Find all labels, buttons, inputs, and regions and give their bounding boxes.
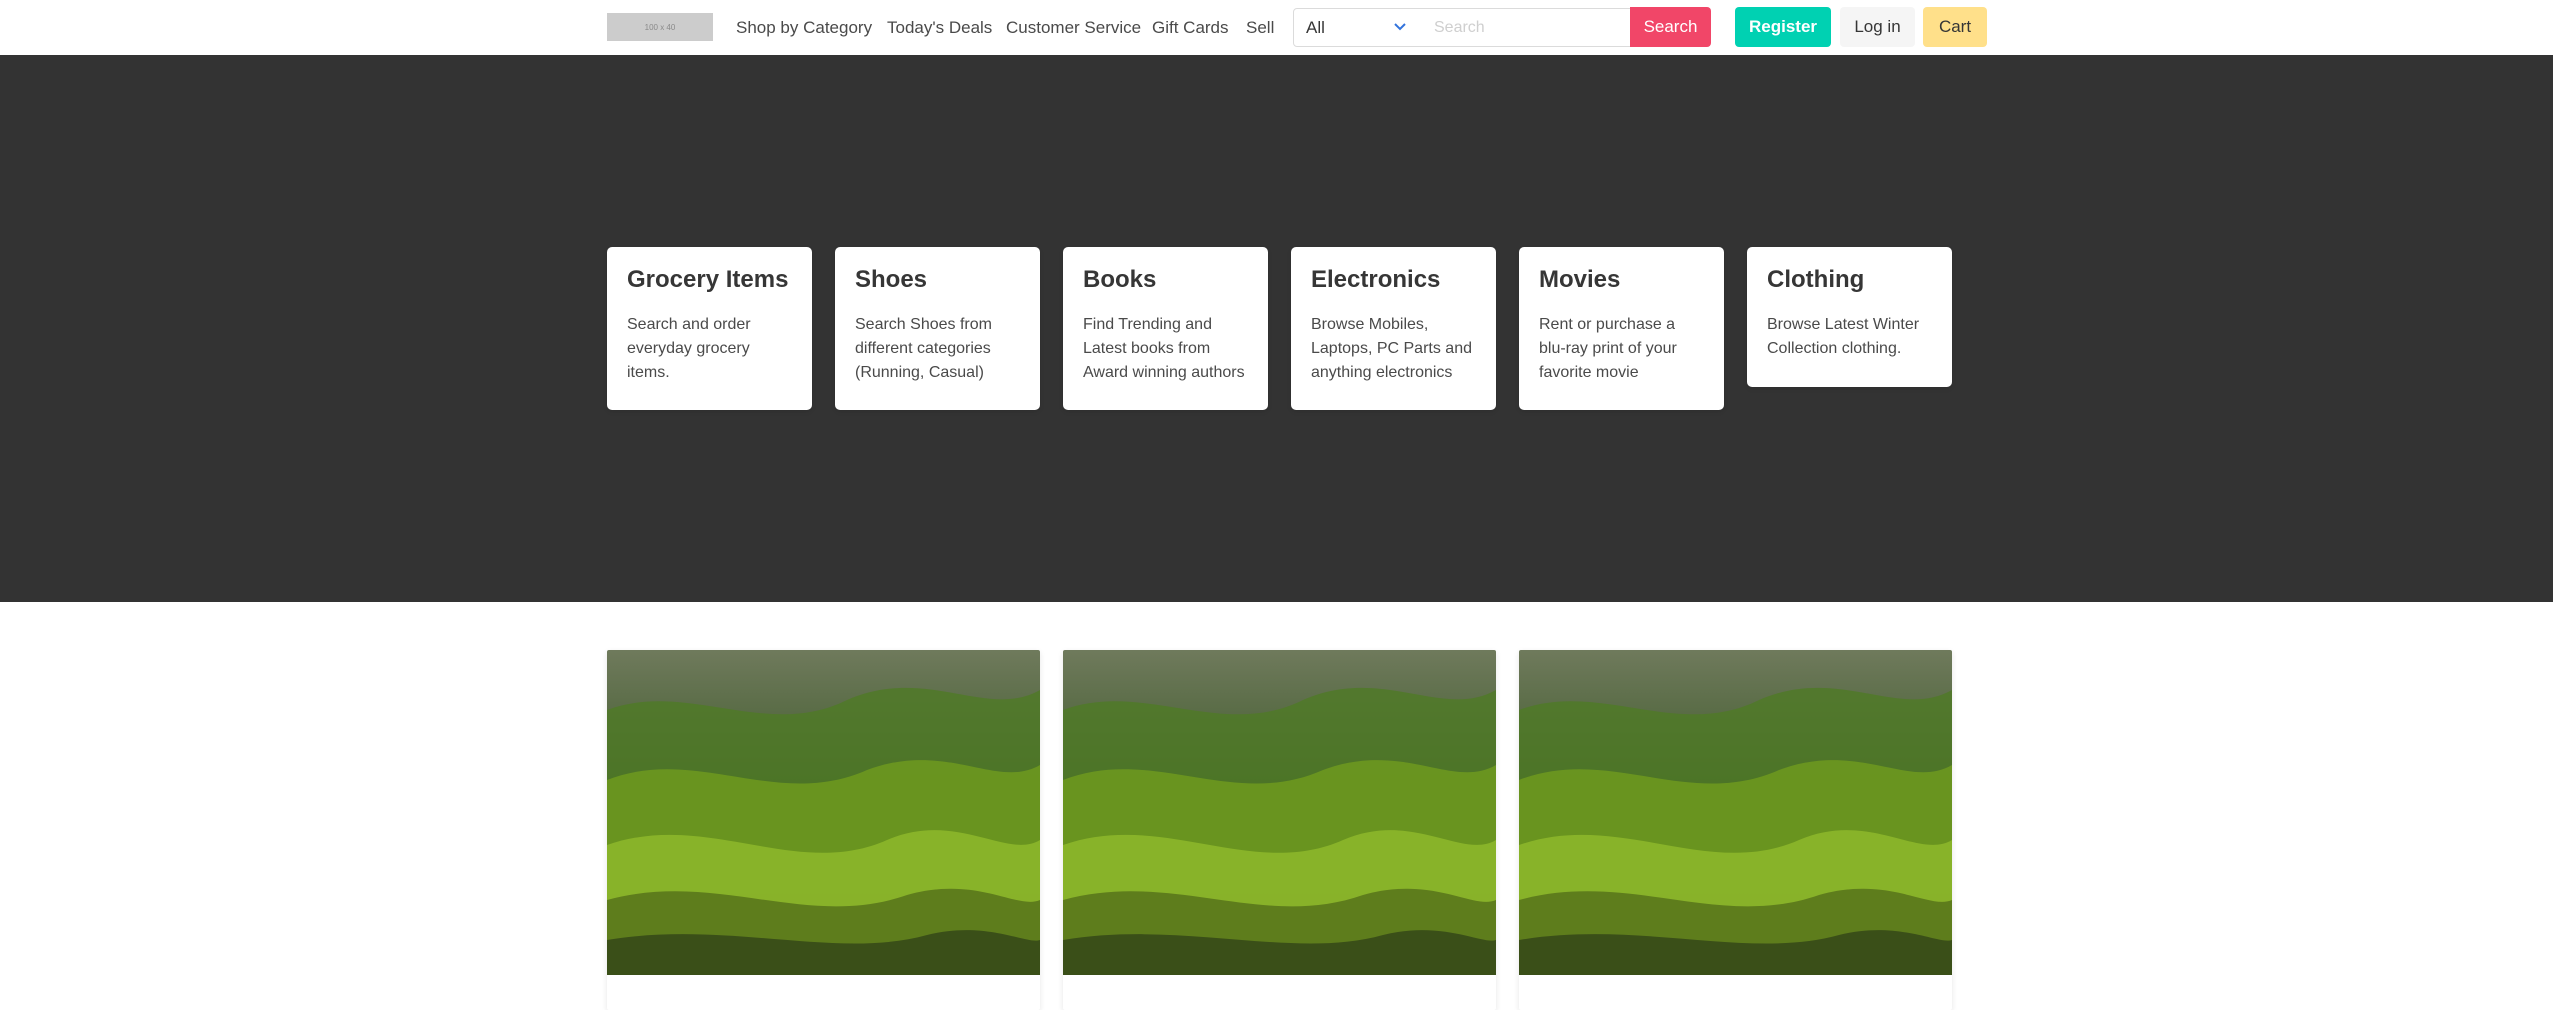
category-card-grocery[interactable]: Grocery Items Search and order everyday …	[607, 247, 812, 410]
nav-link-sell[interactable]: Sell	[1246, 0, 1274, 55]
cart-button[interactable]: Cart	[1923, 7, 1987, 47]
logo-placeholder[interactable]: 100 x 40	[607, 13, 713, 41]
category-description: Browse Mobiles, Laptops, PC Parts and an…	[1311, 316, 1472, 381]
register-button[interactable]: Register	[1735, 7, 1831, 47]
category-title: Shoes	[855, 266, 928, 293]
product-card[interactable]	[1519, 650, 1952, 1010]
nav-link-todays-deals[interactable]: Today's Deals	[887, 0, 992, 55]
product-image-landscape	[1063, 650, 1496, 975]
nav-link-gift-cards[interactable]: Gift Cards	[1152, 0, 1229, 55]
nav-link-customer-service[interactable]: Customer Service	[1006, 0, 1141, 55]
category-description: Find Trending and Latest books from Awar…	[1083, 316, 1245, 381]
product-card[interactable]	[607, 650, 1040, 1010]
category-title: Movies	[1539, 266, 1621, 293]
product-card[interactable]	[1063, 650, 1496, 1010]
category-description: Browse Latest Winter Collection clothing…	[1767, 316, 1920, 357]
category-title: Grocery Items	[627, 266, 789, 293]
category-select-value: All	[1306, 17, 1325, 37]
category-title: Electronics	[1311, 266, 1441, 293]
category-card-clothing[interactable]: Clothing Browse Latest Winter Collection…	[1747, 247, 1952, 387]
top-navbar: 100 x 40 Shop by Category Today's Deals …	[0, 0, 2553, 55]
hero-section: Grocery Items Search and order everyday …	[0, 55, 2553, 602]
category-select[interactable]: All	[1293, 8, 1423, 47]
category-description: Search Shoes from different categories (…	[855, 316, 992, 381]
category-card-movies[interactable]: Movies Rent or purchase a blu-ray print …	[1519, 247, 1724, 410]
category-description: Rent or purchase a blu-ray print of your…	[1539, 316, 1677, 381]
login-button[interactable]: Log in	[1840, 7, 1915, 47]
category-card-electronics[interactable]: Electronics Browse Mobiles, Laptops, PC …	[1291, 247, 1496, 410]
nav-link-shop-by-category[interactable]: Shop by Category	[736, 0, 872, 55]
product-image-landscape	[1519, 650, 1952, 975]
logo-text: 100 x 40	[644, 22, 676, 32]
category-title: Books	[1083, 266, 1157, 293]
category-title: Clothing	[1767, 266, 1865, 293]
category-card-shoes[interactable]: Shoes Search Shoes from different catego…	[835, 247, 1040, 410]
search-input[interactable]	[1422, 8, 1631, 47]
category-card-books[interactable]: Books Find Trending and Latest books fro…	[1063, 247, 1268, 410]
category-description: Search and order everyday grocery items.	[627, 316, 751, 381]
product-image-landscape	[607, 650, 1040, 975]
chevron-down-icon	[1392, 19, 1408, 35]
search-button[interactable]: Search	[1630, 7, 1711, 47]
